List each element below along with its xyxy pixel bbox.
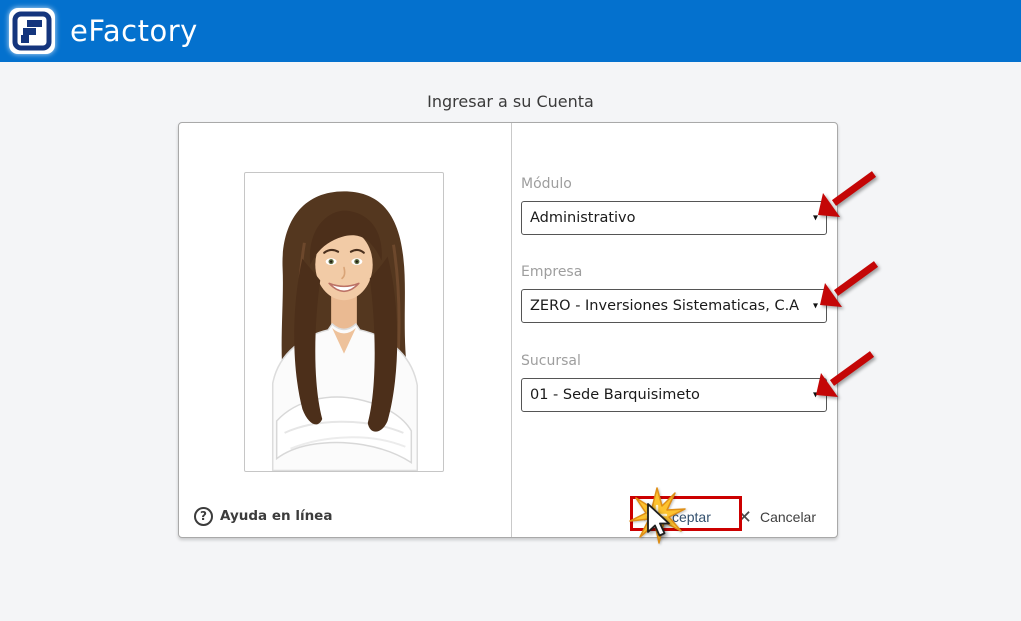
- accept-highlight-box: [630, 496, 742, 531]
- modulo-field: Módulo Administrativo ▾: [521, 176, 827, 235]
- sucursal-label: Sucursal: [521, 353, 581, 369]
- cancel-label: Cancelar: [759, 509, 816, 525]
- sucursal-value: 01 - Sede Barquisimeto: [530, 387, 700, 403]
- modulo-value: Administrativo: [530, 210, 636, 226]
- app-title: eFactory: [70, 14, 198, 48]
- cancel-button[interactable]: ✕ Cancelar: [731, 503, 822, 532]
- efactory-logo-icon: [9, 8, 55, 54]
- app-header: eFactory: [0, 0, 1021, 62]
- modulo-label: Módulo: [521, 176, 572, 192]
- empresa-label: Empresa: [521, 264, 583, 280]
- sucursal-field: Sucursal 01 - Sede Barquisimeto ▾: [521, 353, 827, 412]
- chevron-down-icon: ▾: [812, 389, 818, 401]
- user-photo: [244, 172, 444, 472]
- chevron-down-icon: ▾: [812, 300, 818, 312]
- modulo-select[interactable]: Administrativo ▾: [521, 201, 827, 235]
- panel-divider: [511, 123, 512, 537]
- empresa-value: ZERO - Inversiones Sistematicas, C.A.: [530, 298, 800, 314]
- empresa-select[interactable]: ZERO - Inversiones Sistematicas, C.A. ▾: [521, 289, 827, 323]
- sucursal-select[interactable]: 01 - Sede Barquisimeto ▾: [521, 378, 827, 412]
- empresa-field: Empresa ZERO - Inversiones Sistematicas,…: [521, 264, 827, 323]
- help-label: Ayuda en línea: [220, 508, 333, 524]
- help-link[interactable]: ? Ayuda en línea: [194, 504, 332, 528]
- chevron-down-icon: ▾: [812, 212, 818, 224]
- woman-portrait-illustration: [245, 173, 443, 471]
- page-title: Ingresar a su Cuenta: [427, 92, 594, 111]
- question-circle-icon: ?: [194, 506, 213, 526]
- login-card: ? Ayuda en línea Módulo Administrativo ▾…: [178, 122, 838, 538]
